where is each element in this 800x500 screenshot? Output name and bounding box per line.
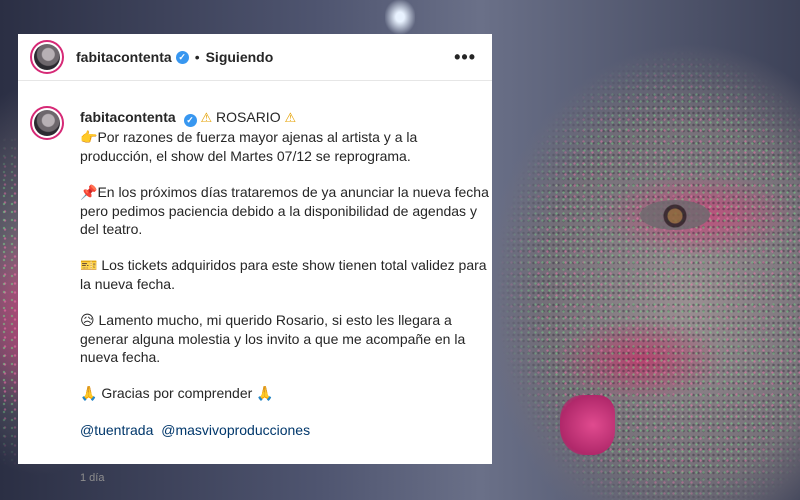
warning-icon: ⚠ xyxy=(284,111,297,126)
avatar-image xyxy=(34,110,60,136)
ticket-icon: 🎫 xyxy=(80,258,98,274)
avatar[interactable] xyxy=(30,40,64,74)
caption-paragraph-1: 👉Por razones de fuerza mayor ajenas al a… xyxy=(80,128,490,165)
praying-hands-icon: 🙏 xyxy=(80,386,98,402)
caption-mentions: @tuentrada @masvivoproducciones xyxy=(80,421,490,439)
light-glow xyxy=(385,0,415,34)
instagram-post-card: fabitacontenta ✓ • Siguiendo ••• fabitac… xyxy=(18,34,492,484)
post-timestamp[interactable]: 1 día xyxy=(80,472,104,484)
avatar-image xyxy=(34,44,60,70)
caption-paragraph-2-text: En los próximos días trataremos de ya an… xyxy=(80,184,489,237)
caption-avatar[interactable] xyxy=(30,106,64,140)
mention-link-tuentrada[interactable]: @tuentrada xyxy=(80,422,153,438)
caption-thanks: 🙏 Gracias por comprender 🙏 xyxy=(80,384,490,403)
caption-paragraph-3: 🎫 Los tickets adquiridos para este show … xyxy=(80,256,490,293)
pushpin-icon: 📌 xyxy=(80,185,98,201)
caption-username-link[interactable]: fabitacontenta xyxy=(80,109,176,125)
mention-link-masvivoproducciones[interactable]: @masvivoproducciones xyxy=(161,422,310,438)
caption-line-1: fabitacontenta ✓ ⚠ ROSARIO ⚠ xyxy=(80,108,490,128)
caption-paragraph-2: 📌En los próximos días trataremos de ya a… xyxy=(80,183,490,238)
following-button[interactable]: Siguiendo xyxy=(206,49,274,65)
pointing-hand-icon: 👉 xyxy=(80,130,98,146)
post-header: fabitacontenta ✓ • Siguiendo ••• xyxy=(18,34,492,81)
caption-title: ROSARIO xyxy=(216,109,281,125)
caption-paragraph-3-text: Los tickets adquiridos para este show ti… xyxy=(80,257,487,292)
warning-icon: ⚠ xyxy=(200,111,213,126)
eye-detail xyxy=(640,200,710,230)
sad-face-icon: 😥 xyxy=(80,313,95,329)
verified-badge-icon: ✓ xyxy=(175,50,189,64)
caption-paragraph-1-text: Por razones de fuerza mayor ajenas al ar… xyxy=(80,129,418,164)
caption-thanks-text: Gracias por comprender xyxy=(101,385,253,401)
username-link[interactable]: fabitacontenta xyxy=(76,49,172,65)
caption-text: fabitacontenta ✓ ⚠ ROSARIO ⚠ 👉Por razone… xyxy=(80,108,490,457)
lips-detail xyxy=(560,395,615,455)
more-options-icon[interactable]: ••• xyxy=(454,48,476,66)
caption-paragraph-4-text: Lamento mucho, mi querido Rosario, si es… xyxy=(80,312,466,365)
praying-hands-icon: 🙏 xyxy=(256,386,274,402)
caption-paragraph-4: 😥 Lamento mucho, mi querido Rosario, si … xyxy=(80,311,490,366)
separator-dot: • xyxy=(194,49,200,65)
verified-badge-icon: ✓ xyxy=(183,114,197,127)
